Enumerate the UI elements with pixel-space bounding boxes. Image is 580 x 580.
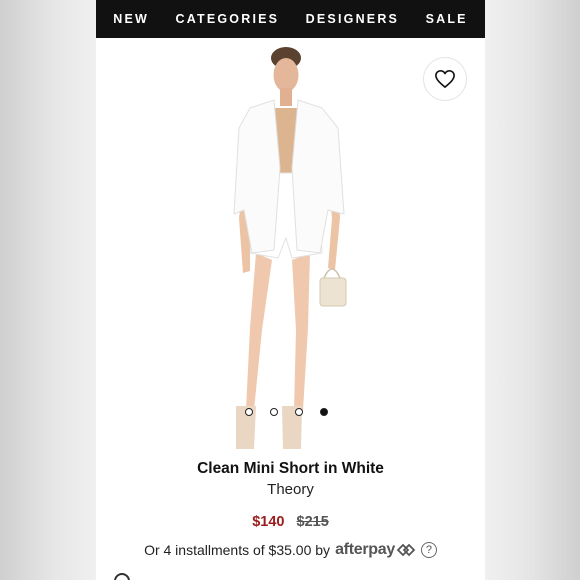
afterpay-arrows-icon xyxy=(396,543,416,557)
price-block: $140 $215 xyxy=(96,514,485,530)
wishlist-button[interactable] xyxy=(423,57,467,101)
product-image-carousel[interactable] xyxy=(96,38,485,453)
original-price: $215 xyxy=(296,514,329,530)
carousel-dot-4-active[interactable] xyxy=(320,408,328,416)
product-info: Clean Mini Short in White Theory $140 $2… xyxy=(96,458,485,559)
sale-price: $140 xyxy=(252,514,285,530)
installments-row: Or 4 installments of $35.00 by afterpay … xyxy=(96,541,485,559)
carousel-dot-3[interactable] xyxy=(295,408,303,416)
carousel-indicators xyxy=(245,408,328,416)
carousel-dot-2[interactable] xyxy=(270,408,278,416)
help-circle-icon[interactable]: ? xyxy=(420,542,437,558)
product-brand[interactable]: Theory xyxy=(96,481,485,498)
afterpay-logo: afterpay xyxy=(335,541,395,558)
nav-new[interactable]: NEW xyxy=(113,12,149,26)
backdrop-right xyxy=(485,0,580,580)
nav-categories[interactable]: CATEGORIES xyxy=(175,12,279,26)
heart-icon xyxy=(434,69,456,89)
nav-designers[interactable]: DESIGNERS xyxy=(306,12,399,26)
backdrop-left xyxy=(0,0,96,580)
product-page: NEW CATEGORIES DESIGNERS SALE Clean Mini… xyxy=(96,0,485,580)
product-title: Clean Mini Short in White xyxy=(197,460,384,477)
partial-circle-icon xyxy=(114,573,130,580)
carousel-dot-1[interactable] xyxy=(245,408,253,416)
installments-text: Or 4 installments of $35.00 by xyxy=(144,542,331,558)
product-photo xyxy=(233,47,347,449)
top-navigation: NEW CATEGORIES DESIGNERS SALE xyxy=(96,0,485,38)
nav-sale[interactable]: SALE xyxy=(426,12,468,26)
